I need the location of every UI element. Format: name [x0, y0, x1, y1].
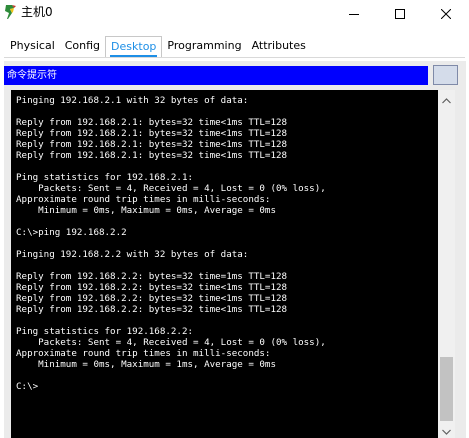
- panel-close-button[interactable]: [433, 65, 458, 85]
- tab-programming[interactable]: Programming: [162, 36, 246, 58]
- console-line: Ping statistics for 192.168.2.2:: [16, 326, 194, 337]
- console-prompt-line: C:\>: [16, 381, 39, 392]
- tab-attributes[interactable]: Attributes: [247, 36, 311, 58]
- command-prompt-console[interactable]: Pinging 192.168.2.1 with 32 bytes of dat…: [11, 90, 438, 438]
- packet-tracer-pc-icon: [4, 4, 18, 20]
- console-line: Reply from 192.168.2.2: bytes=32 time<1m…: [16, 293, 288, 304]
- command-prompt-title: 命令提示符: [7, 70, 57, 81]
- console-output: Pinging 192.168.2.1 with 32 bytes of dat…: [16, 95, 438, 392]
- tab-physical[interactable]: Physical: [5, 36, 60, 58]
- close-button[interactable]: [423, 0, 469, 26]
- console-line: Approximate round trip times in milli-se…: [16, 348, 271, 359]
- console-line: Reply from 192.168.2.1: bytes=32 time<1m…: [16, 128, 288, 139]
- maximize-button[interactable]: [377, 0, 423, 26]
- console-scrollbar[interactable]: [438, 90, 455, 438]
- scroll-down-button[interactable]: [438, 421, 455, 438]
- console-line: Approximate round trip times in milli-se…: [16, 194, 271, 205]
- device-tabs: Physical Config Desktop Programming Attr…: [5, 36, 311, 58]
- console-line: Reply from 192.168.2.1: bytes=32 time<1m…: [16, 117, 288, 128]
- minimize-button[interactable]: [331, 0, 377, 26]
- console-line: Reply from 192.168.2.1: bytes=32 time<1m…: [16, 150, 288, 161]
- title-bar[interactable]: 主机0: [0, 0, 469, 26]
- tab-divider: [4, 57, 465, 58]
- console-line: Packets: Sent = 4, Received = 4, Lost = …: [16, 337, 326, 348]
- console-line: C:\>ping 192.168.2.2: [16, 227, 127, 238]
- command-prompt-header: 命令提示符: [4, 66, 428, 85]
- close-icon: [440, 4, 452, 23]
- console-line: Reply from 192.168.2.2: bytes=32 time<1m…: [16, 282, 288, 293]
- tab-config[interactable]: Config: [60, 36, 105, 58]
- scroll-up-button[interactable]: [438, 90, 455, 107]
- minimize-icon: [349, 4, 359, 23]
- console-line: Ping statistics for 192.168.2.1:: [16, 172, 194, 183]
- console-line: Reply from 192.168.2.2: bytes=32 time<1m…: [16, 304, 288, 315]
- console-line: Reply from 192.168.2.1: bytes=32 time<1m…: [16, 139, 288, 150]
- scroll-thumb[interactable]: [440, 357, 453, 421]
- tab-desktop[interactable]: Desktop: [105, 36, 163, 58]
- console-line: Minimum = 0ms, Maximum = 1ms, Average = …: [16, 359, 276, 370]
- console-line: Packets: Sent = 4, Received = 4, Lost = …: [16, 183, 326, 194]
- console-line: Minimum = 0ms, Maximum = 0ms, Average = …: [16, 205, 276, 216]
- maximize-icon: [395, 4, 405, 23]
- console-line: Reply from 192.168.2.2: bytes=32 time=1m…: [16, 271, 288, 282]
- console-line: Pinging 192.168.2.1 with 32 bytes of dat…: [16, 95, 249, 106]
- scroll-down-arrow-icon: [442, 420, 451, 438]
- scroll-up-arrow-icon: [442, 89, 451, 108]
- window-title: 主机0: [21, 5, 53, 19]
- console-line: Pinging 192.168.2.2 with 32 bytes of dat…: [16, 249, 249, 260]
